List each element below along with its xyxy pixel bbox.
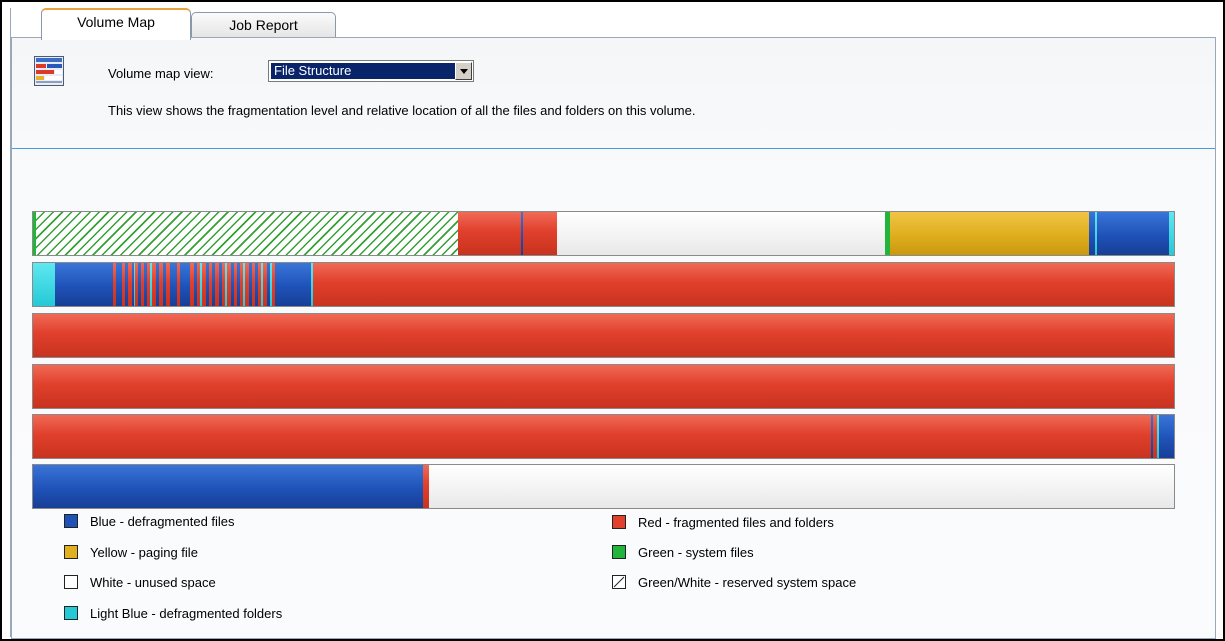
- defragmented-segment: [1159, 415, 1174, 458]
- paging-file-segment: [890, 212, 1089, 255]
- defragmented-segment: [170, 263, 177, 306]
- legend-label-white: White - unused space: [90, 575, 216, 590]
- defragmented-folders-segment: [1169, 212, 1174, 255]
- unused-segment: [429, 465, 1174, 508]
- tab-container: Volume Map Job Report Volume map view: F…: [10, 8, 1222, 639]
- legend-label-yellow: Yellow - paging file: [90, 545, 198, 560]
- volume-map-row: [32, 464, 1175, 509]
- fragmented-segment: [523, 212, 557, 255]
- chevron-down-icon[interactable]: [455, 62, 472, 80]
- legend-swatch-reserved: [612, 575, 626, 589]
- reserved-space-segment: [36, 212, 458, 255]
- legend-label-light-blue: Light Blue - defragmented folders: [90, 606, 283, 621]
- defragmented-segment: [180, 263, 190, 306]
- header-divider: [12, 148, 1215, 149]
- defragmented-folders-segment: [1095, 212, 1097, 255]
- volume-map-view-value: File Structure: [271, 63, 455, 79]
- volume-map-icon: [34, 56, 64, 86]
- view-header: Volume map view: File Structure This vie…: [12, 38, 1215, 173]
- defragmented-folders-segment: [33, 263, 55, 306]
- legend-label-reserved: Green/White - reserved system space: [638, 575, 857, 590]
- tab-volume-map[interactable]: Volume Map: [41, 8, 191, 40]
- volume-map-window: Volume Map Job Report Volume map view: F…: [0, 0, 1225, 641]
- tab-job-report[interactable]: Job Report: [191, 12, 336, 39]
- legend-label-red: Red - fragmented files and folders: [638, 515, 834, 530]
- volume-map-row: [32, 262, 1175, 307]
- unused-segment: [557, 212, 885, 255]
- legend-label-blue: Blue - defragmented files: [90, 514, 235, 529]
- volume-map-row: [32, 211, 1175, 256]
- defragmented-segment: [33, 465, 423, 508]
- fragmented-segment: [33, 365, 1174, 408]
- defragmented-segment: [55, 263, 113, 306]
- legend-swatch-red: [612, 515, 626, 529]
- legend-swatch-yellow: [64, 545, 78, 559]
- volume-map-view-select[interactable]: File Structure: [268, 60, 474, 82]
- fragmented-segment: [33, 415, 1151, 458]
- defragmented-segment: [275, 263, 311, 306]
- defragmented-segment: [1089, 212, 1169, 255]
- tab-strip: Volume Map Job Report: [11, 8, 1222, 40]
- volume-map-row: [32, 313, 1175, 358]
- volume-map-row: [32, 364, 1175, 409]
- view-description: This view shows the fragmentation level …: [108, 103, 696, 118]
- legend-swatch-blue: [64, 514, 78, 528]
- legend-swatch-white: [64, 575, 78, 589]
- legend-swatch-green: [612, 545, 626, 559]
- legend-label-green: Green - system files: [638, 545, 754, 560]
- fragmented-segment: [458, 212, 521, 255]
- volume-map-panel: Volume map view: File Structure This vie…: [11, 37, 1216, 639]
- fragmented-segment: [313, 263, 1174, 306]
- volume-map-view-label: Volume map view:: [108, 66, 214, 81]
- legend-swatch-light-blue: [64, 606, 78, 620]
- fragmented-segment: [33, 314, 1174, 357]
- volume-map-row: [32, 414, 1175, 459]
